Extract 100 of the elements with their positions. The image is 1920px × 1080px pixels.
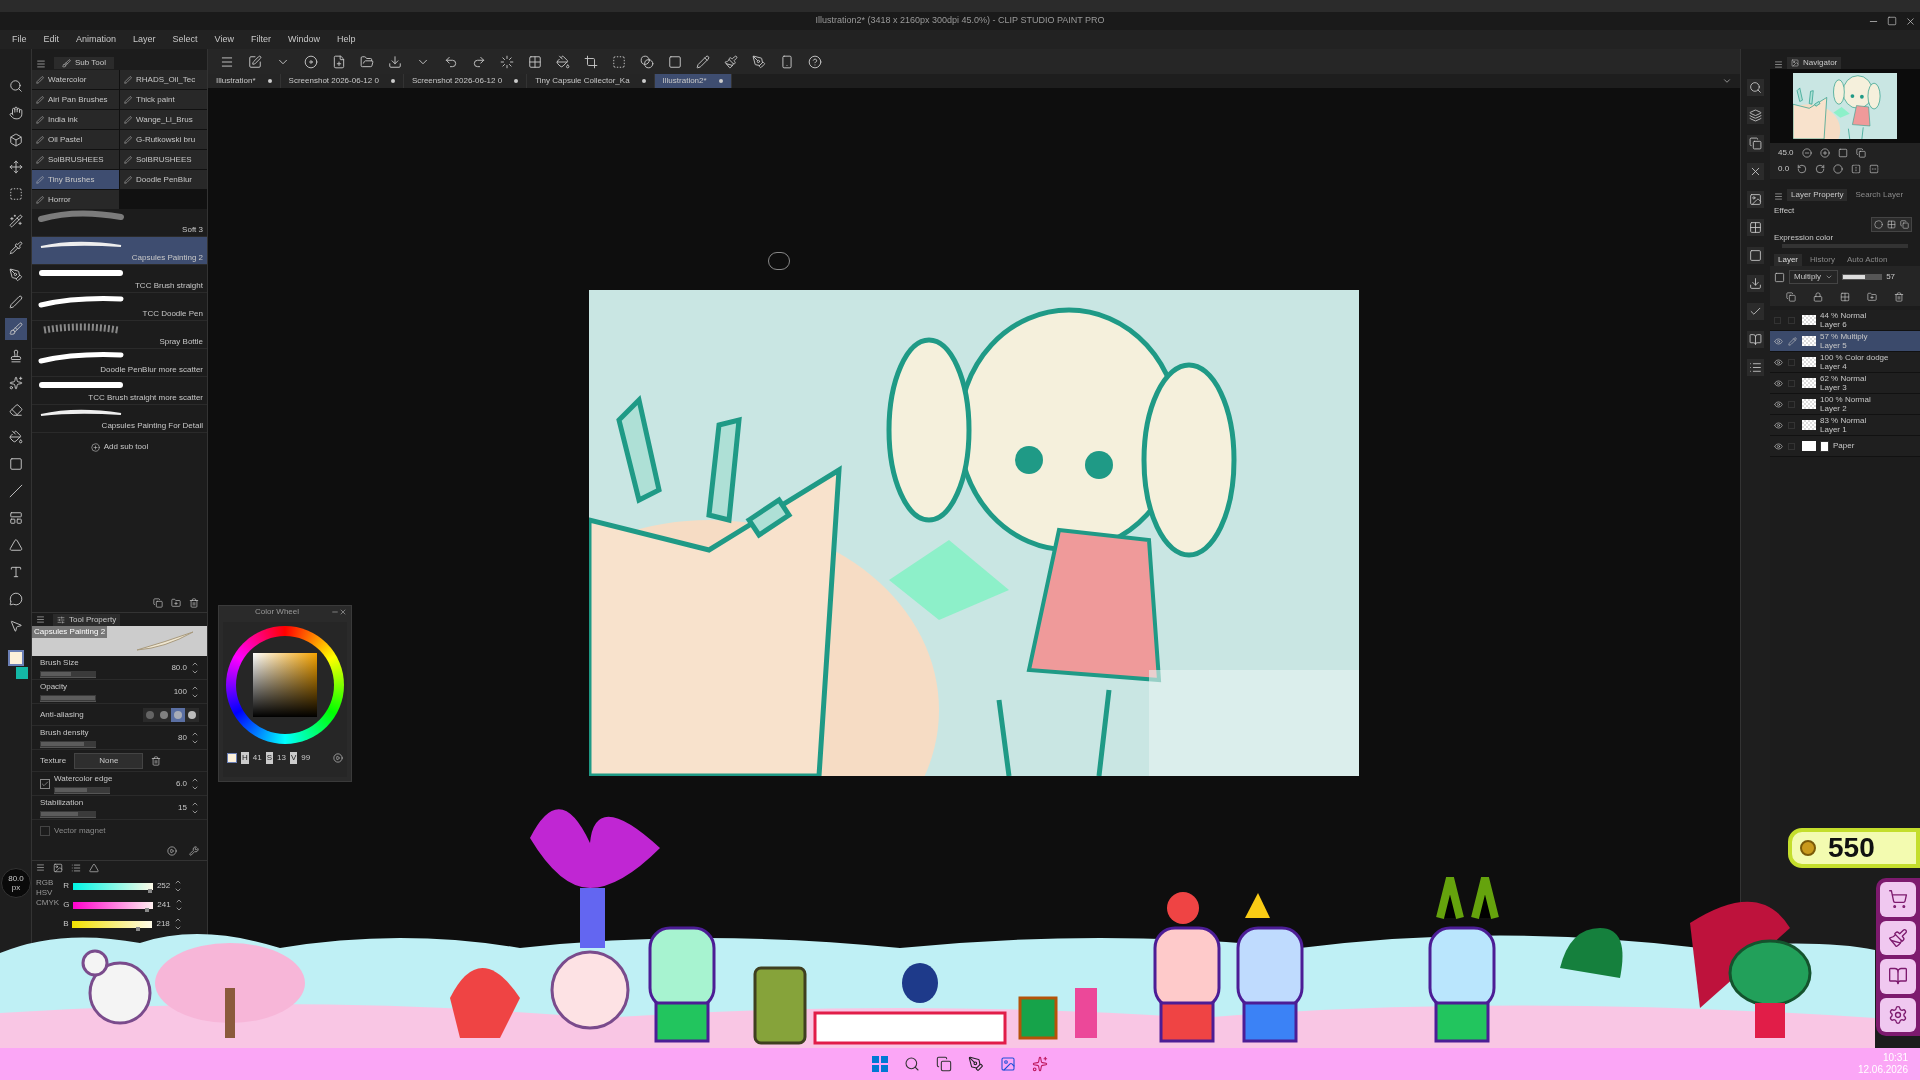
document-tab[interactable]: Screenshot 2026-06-12 0 xyxy=(280,74,404,88)
image-icon[interactable] xyxy=(53,862,63,873)
tool-group-item[interactable]: SolBRUSHEES xyxy=(32,150,119,169)
hand-icon[interactable] xyxy=(8,106,23,120)
fill-icon[interactable] xyxy=(556,54,570,69)
book-icon[interactable] xyxy=(1888,966,1908,987)
folder-add-icon[interactable] xyxy=(171,598,181,608)
panel-tab[interactable]: Layer Property xyxy=(1787,189,1848,201)
flip-horizontal-icon[interactable] xyxy=(1851,164,1862,174)
sub-color-swatch[interactable] xyxy=(15,667,28,679)
gradient-icon[interactable] xyxy=(8,457,23,471)
pencil-icon[interactable] xyxy=(696,54,710,69)
pen-icon[interactable] xyxy=(752,54,766,69)
blend-mode-select[interactable]: Multiply xyxy=(1789,270,1839,284)
fit-icon[interactable] xyxy=(1837,148,1848,158)
reset-rotation-icon[interactable] xyxy=(1833,164,1844,174)
selection-icon[interactable] xyxy=(8,187,23,201)
task-view-icon[interactable] xyxy=(936,1056,952,1072)
layer-icon[interactable] xyxy=(1786,292,1797,302)
layer-row[interactable]: 62 % Normal Layer 3 xyxy=(1770,373,1920,394)
cart-icon[interactable] xyxy=(1888,889,1908,910)
panel-menu-icon[interactable] xyxy=(1774,192,1783,201)
copy-icon[interactable] xyxy=(153,598,163,608)
color-slider-track[interactable] xyxy=(72,920,153,928)
rotate-left-icon[interactable] xyxy=(1797,164,1808,174)
menu-item[interactable]: Window xyxy=(287,32,320,47)
new-file-icon[interactable] xyxy=(332,54,346,69)
slider-track[interactable] xyxy=(54,787,110,794)
menu-item[interactable]: File xyxy=(12,32,27,47)
balloon-icon[interactable] xyxy=(8,592,23,606)
slider-thumb[interactable] xyxy=(145,907,150,912)
color-mode-icon[interactable] xyxy=(1774,271,1785,283)
panel-tab[interactable]: Auto Action xyxy=(1842,254,1892,266)
grid-icon[interactable] xyxy=(528,54,542,69)
eyedropper-icon[interactable] xyxy=(8,241,23,255)
delete-icon[interactable] xyxy=(1893,292,1904,302)
eye-icon[interactable] xyxy=(1774,441,1783,451)
menu-item[interactable]: Animation xyxy=(76,32,117,47)
menu-item[interactable]: View xyxy=(214,32,234,47)
layer-row[interactable]: 100 % Normal Layer 2 xyxy=(1770,394,1920,415)
tool-group-item[interactable]: Airi Pan Brushes xyxy=(32,90,119,109)
paintbrush-icon[interactable] xyxy=(1888,927,1908,948)
frame-icon[interactable] xyxy=(8,511,23,525)
brush-item[interactable]: Capsules Painting For Detail xyxy=(32,405,207,433)
eye-icon[interactable] xyxy=(1774,420,1783,430)
crop-icon[interactable] xyxy=(584,54,598,69)
brush-item[interactable]: Doodle PenBlur more scatter xyxy=(32,349,207,377)
menu-item[interactable]: Edit xyxy=(43,32,60,47)
rotate-right-icon[interactable] xyxy=(1815,164,1826,174)
document-tab[interactable]: Tiny Capsule Collector_Ka xyxy=(527,74,655,88)
checkbox[interactable] xyxy=(40,826,50,836)
mask-icon[interactable] xyxy=(1840,292,1850,302)
square-icon[interactable] xyxy=(668,54,682,69)
panel-tab[interactable]: Tool Property xyxy=(53,613,121,626)
color-mode-tab[interactable]: CMYK xyxy=(36,898,60,908)
main-color-swatch[interactable] xyxy=(227,753,237,763)
panel-menu-icon[interactable] xyxy=(1774,60,1783,69)
flip-vertical-icon[interactable] xyxy=(1869,164,1880,174)
close-icon[interactable] xyxy=(339,608,347,616)
deselect-icon[interactable] xyxy=(500,54,514,69)
undo-icon[interactable] xyxy=(444,54,458,69)
settings-icon[interactable] xyxy=(1888,1004,1908,1025)
document-tab[interactable]: Screenshot 2026-06-12 0 xyxy=(403,74,528,88)
stamp-icon[interactable] xyxy=(8,349,23,363)
phone-icon[interactable] xyxy=(780,54,794,69)
help-icon[interactable] xyxy=(808,54,822,69)
slider-track[interactable] xyxy=(40,741,96,748)
color-slider-track[interactable] xyxy=(73,901,154,909)
folder-icon[interactable] xyxy=(360,54,374,69)
fill-icon[interactable] xyxy=(8,430,23,444)
main-color-swatch[interactable] xyxy=(7,650,24,666)
text-tool-icon[interactable] xyxy=(8,565,23,579)
pointer-icon[interactable] xyxy=(8,619,23,633)
delete-icon[interactable] xyxy=(189,598,199,608)
opacity-track[interactable] xyxy=(1842,274,1883,280)
stepper-icon[interactable] xyxy=(174,897,183,913)
panel-tab[interactable]: Search Layer xyxy=(1851,189,1908,201)
add-subtool-button[interactable]: Add sub tool xyxy=(32,441,207,453)
panel-tab[interactable]: History xyxy=(1806,254,1839,266)
app-icon[interactable] xyxy=(968,1056,984,1072)
panel-tab[interactable]: Layer xyxy=(1774,254,1802,266)
document-tab[interactable]: Illustration* xyxy=(208,74,281,88)
zoom-out-icon[interactable] xyxy=(1801,148,1812,158)
caret-icon[interactable] xyxy=(1722,76,1732,86)
effect-buttons[interactable] xyxy=(1871,217,1912,232)
color-mode-tab[interactable]: RGB xyxy=(36,878,60,888)
tool-group-item[interactable]: Tiny Brushes xyxy=(32,170,119,189)
tool-group-item[interactable]: G-Rutkowski bru xyxy=(120,130,207,149)
panel-menu-icon[interactable] xyxy=(36,863,45,872)
color-mode-tab[interactable]: HSV xyxy=(36,888,60,898)
brush-icon[interactable] xyxy=(8,322,23,336)
redo-icon[interactable] xyxy=(472,54,486,69)
menu-icon[interactable] xyxy=(220,54,234,69)
slider-thumb[interactable] xyxy=(148,888,153,893)
ruler-icon[interactable] xyxy=(8,538,23,552)
eye-icon[interactable] xyxy=(1774,357,1783,367)
panel-tab[interactable]: Sub Tool xyxy=(54,57,114,69)
color-slider-track[interactable] xyxy=(72,882,153,890)
eye-icon[interactable] xyxy=(1774,378,1783,388)
line-icon[interactable] xyxy=(8,484,23,498)
